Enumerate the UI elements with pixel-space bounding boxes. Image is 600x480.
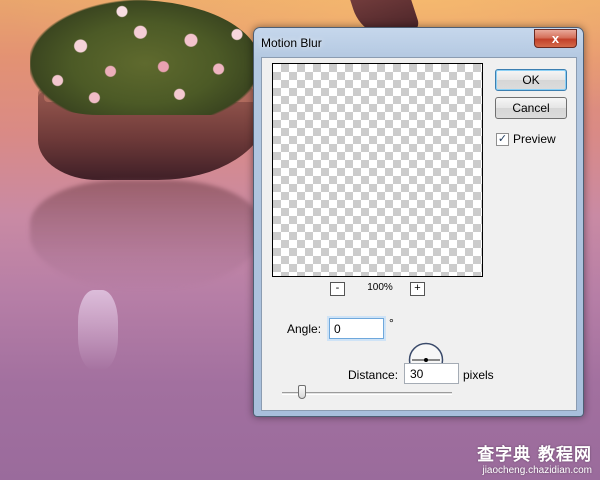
distance-input[interactable] <box>404 363 459 384</box>
zoom-in-button[interactable]: + <box>410 282 425 296</box>
distance-units: pixels <box>463 368 494 382</box>
dialog-titlebar[interactable]: Motion Blur x <box>254 28 583 58</box>
preview-label: Preview <box>513 132 556 146</box>
close-button[interactable]: x <box>534 29 577 48</box>
minus-icon: - <box>335 282 340 294</box>
light-streak <box>78 290 118 370</box>
filter-preview[interactable] <box>272 63 483 277</box>
angle-input[interactable] <box>327 316 386 341</box>
watermark-url: jiaocheng.chazidian.com <box>482 465 592 476</box>
cancel-button[interactable]: Cancel <box>495 97 567 119</box>
distance-label: Distance: <box>348 368 399 382</box>
degree-symbol: ° <box>389 316 394 330</box>
motion-blur-dialog: Motion Blur x - 100% + OK Cancel ✓ Previ… <box>253 27 584 417</box>
close-icon: x <box>551 31 560 46</box>
watermark: 查字典 教程网 jiaocheng.chazidian.com <box>477 440 592 476</box>
plus-icon: + <box>414 282 421 294</box>
dialog-title: Motion Blur <box>261 36 322 50</box>
dialog-body: - 100% + OK Cancel ✓ Preview Angle: ° Di… <box>261 57 577 411</box>
angle-dial-center <box>424 358 428 362</box>
water-reflection <box>30 180 260 290</box>
preview-checkbox-row[interactable]: ✓ Preview <box>496 132 556 146</box>
checkmark-icon: ✓ <box>497 132 508 145</box>
ok-button[interactable]: OK <box>495 69 567 91</box>
distance-slider-thumb[interactable] <box>298 385 307 399</box>
preview-checkbox[interactable]: ✓ <box>496 132 509 146</box>
angle-label: Angle: <box>287 322 322 336</box>
zoom-out-button[interactable]: - <box>330 282 345 296</box>
distance-slider-track[interactable] <box>282 392 452 395</box>
watermark-site-name: 查字典 教程网 <box>477 445 592 465</box>
zoom-level: 100% <box>367 282 393 293</box>
